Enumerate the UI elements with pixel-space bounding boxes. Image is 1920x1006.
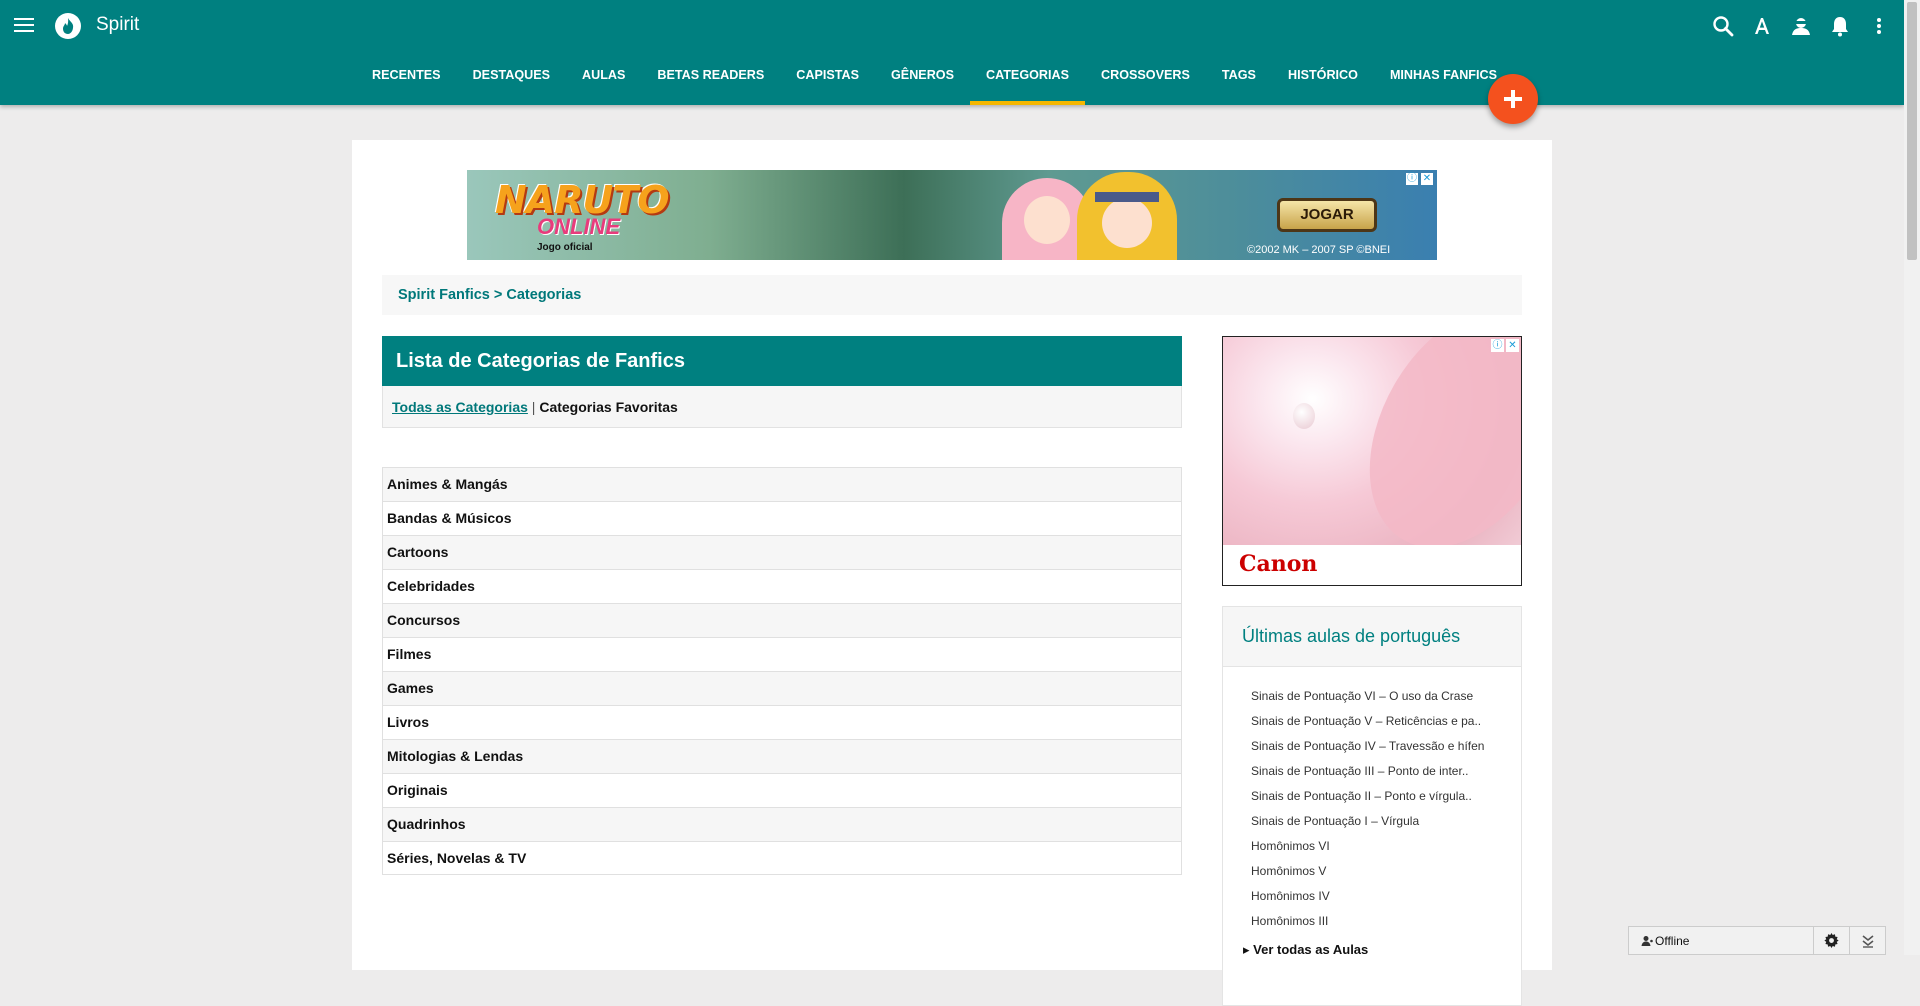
page-scrollbar[interactable] <box>1904 0 1920 955</box>
nav-tab-historico[interactable]: HISTÓRICO <box>1272 55 1374 105</box>
gear-icon <box>1824 933 1839 948</box>
category-item-concursos[interactable]: Concursos <box>382 603 1182 637</box>
chat-collapse-button[interactable] <box>1849 927 1885 954</box>
chat-bar: Offline <box>1628 926 1886 955</box>
breadcrumb: Spirit Fanfics > Categorias <box>382 275 1522 315</box>
nav-tab-generos[interactable]: GÊNEROS <box>875 55 970 105</box>
ad-close-icon[interactable]: ✕ <box>1506 339 1519 352</box>
latest-lessons-list: Sinais de Pontuação VI – O uso da Crase … <box>1223 667 1521 939</box>
nav-tab-aulas[interactable]: AULAS <box>566 55 641 105</box>
side-ad-controls: ⓘ ✕ <box>1491 339 1519 352</box>
font-size-icon[interactable] <box>1746 12 1777 40</box>
user-status-icon <box>1641 935 1653 946</box>
breadcrumb-current-link[interactable]: Categorias <box>506 287 581 303</box>
more-vert-icon[interactable] <box>1863 12 1894 40</box>
plus-icon <box>1504 90 1522 108</box>
naruto-online-ad-banner[interactable]: NARUTO ONLINE Jogo oficial JOGAR ©2002 M… <box>467 170 1437 260</box>
lesson-link[interactable]: Homônimos VI <box>1251 839 1521 864</box>
chat-settings-button[interactable] <box>1813 927 1849 954</box>
category-item-quadrinhos[interactable]: Quadrinhos <box>382 807 1182 841</box>
category-item-mitologias-lendas[interactable]: Mitologias & Lendas <box>382 739 1182 773</box>
category-list: Animes & Mangás Bandas & Músicos Cartoon… <box>382 467 1182 875</box>
ad-character-naruto <box>1077 172 1177 260</box>
latest-lessons-title: Últimas aulas de português <box>1223 607 1521 667</box>
ad-controls: ⓘ ✕ <box>1406 173 1433 185</box>
favorite-categories-link[interactable]: Categorias Favoritas <box>539 399 678 415</box>
ad-close-icon[interactable]: ✕ <box>1421 173 1433 185</box>
nav-tab-destaques[interactable]: DESTAQUES <box>457 55 566 105</box>
ad-brand-logo: Canon <box>1239 551 1318 577</box>
top-actions <box>1707 12 1894 40</box>
all-categories-link[interactable]: Todas as Categorias <box>392 399 528 415</box>
see-all-lessons-link[interactable]: ▸ Ver todas as Aulas <box>1223 942 1521 958</box>
category-item-games[interactable]: Games <box>382 671 1182 705</box>
ad-logo-sub: ONLINE <box>537 214 621 239</box>
category-item-cartoons[interactable]: Cartoons <box>382 535 1182 569</box>
nav-tab-categorias[interactable]: CATEGORIAS <box>969 55 1086 105</box>
lesson-link[interactable]: Homônimos IV <box>1251 889 1521 914</box>
lesson-link[interactable]: Homônimos V <box>1251 864 1521 889</box>
nav-tab-tags[interactable]: TAGS <box>1206 55 1272 105</box>
lesson-link[interactable]: Sinais de Pontuação VI – O uso da Crase <box>1251 689 1521 714</box>
page-title: Lista de Categorias de Fanfics <box>382 336 1182 386</box>
nav-tab-crossovers[interactable]: CROSSOVERS <box>1085 55 1206 105</box>
category-item-livros[interactable]: Livros <box>382 705 1182 739</box>
brand-name[interactable]: Spirit <box>96 14 139 36</box>
lesson-link[interactable]: Sinais de Pontuação IV – Travessão e híf… <box>1251 739 1521 764</box>
top-app-bar: Spirit RECENTES DESTAQUES AULAS BETAS RE… <box>0 0 1904 105</box>
filter-separator: | <box>527 399 540 415</box>
user-icon[interactable] <box>1785 12 1816 40</box>
lesson-link[interactable]: Sinais de Pontuação V – Reticências e pa… <box>1251 714 1521 739</box>
nav-tab-recentes[interactable]: RECENTES <box>356 55 457 105</box>
category-item-series-novelas-tv[interactable]: Séries, Novelas & TV <box>382 841 1182 875</box>
nav-tab-betas-readers[interactable]: BETAS READERS <box>641 55 780 105</box>
bell-icon[interactable] <box>1824 12 1855 40</box>
lesson-link[interactable]: Sinais de Pontuação I – Vírgula <box>1251 814 1521 839</box>
chat-status-toggle[interactable]: Offline <box>1629 927 1813 954</box>
main-content-card: NARUTO ONLINE Jogo oficial JOGAR ©2002 M… <box>352 140 1552 1006</box>
breadcrumb-separator: > <box>489 287 507 303</box>
category-item-originais[interactable]: Originais <box>382 773 1182 807</box>
category-item-bandas-musicos[interactable]: Bandas & Músicos <box>382 501 1182 535</box>
lesson-link[interactable]: Sinais de Pontuação III – Ponto de inter… <box>1251 764 1521 789</box>
latest-lessons-panel: Últimas aulas de português Sinais de Pon… <box>1222 606 1522 1006</box>
scrollbar-thumb[interactable] <box>1907 2 1917 260</box>
category-item-filmes[interactable]: Filmes <box>382 637 1182 671</box>
category-item-celebridades[interactable]: Celebridades <box>382 569 1182 603</box>
lesson-link[interactable]: Homônimos III <box>1251 914 1521 939</box>
nav-tab-capistas[interactable]: CAPISTAS <box>780 55 875 105</box>
hamburger-menu-icon[interactable] <box>14 15 34 35</box>
adchoices-icon[interactable]: ⓘ <box>1491 339 1504 352</box>
main-nav: RECENTES DESTAQUES AULAS BETAS READERS C… <box>356 55 1513 105</box>
chat-status-text: Offline <box>1655 933 1690 948</box>
breadcrumb-root-link[interactable]: Spirit Fanfics <box>398 287 490 303</box>
lesson-link[interactable]: Sinais de Pontuação II – Ponto e vírgula… <box>1251 789 1521 814</box>
category-item-animes-mangas[interactable]: Animes & Mangás <box>382 467 1182 501</box>
ad-copyright: ©2002 MK – 2007 SP ©BNEI <box>1247 244 1391 256</box>
search-icon[interactable] <box>1707 12 1738 40</box>
ad-jogar-button[interactable]: JOGAR <box>1277 198 1377 232</box>
adchoices-icon[interactable]: ⓘ <box>1406 173 1418 185</box>
ad-water-drop <box>1293 403 1315 429</box>
add-fanfic-button[interactable] <box>1488 74 1538 124</box>
category-filter-row: Todas as Categorias | Categorias Favorit… <box>382 386 1182 428</box>
canon-side-ad[interactable]: Canon ⓘ ✕ <box>1222 336 1522 586</box>
double-chevron-down-icon <box>1862 934 1873 948</box>
spirit-flame-logo-icon[interactable] <box>55 13 81 39</box>
ad-logo-caption: Jogo oficial <box>537 242 593 253</box>
